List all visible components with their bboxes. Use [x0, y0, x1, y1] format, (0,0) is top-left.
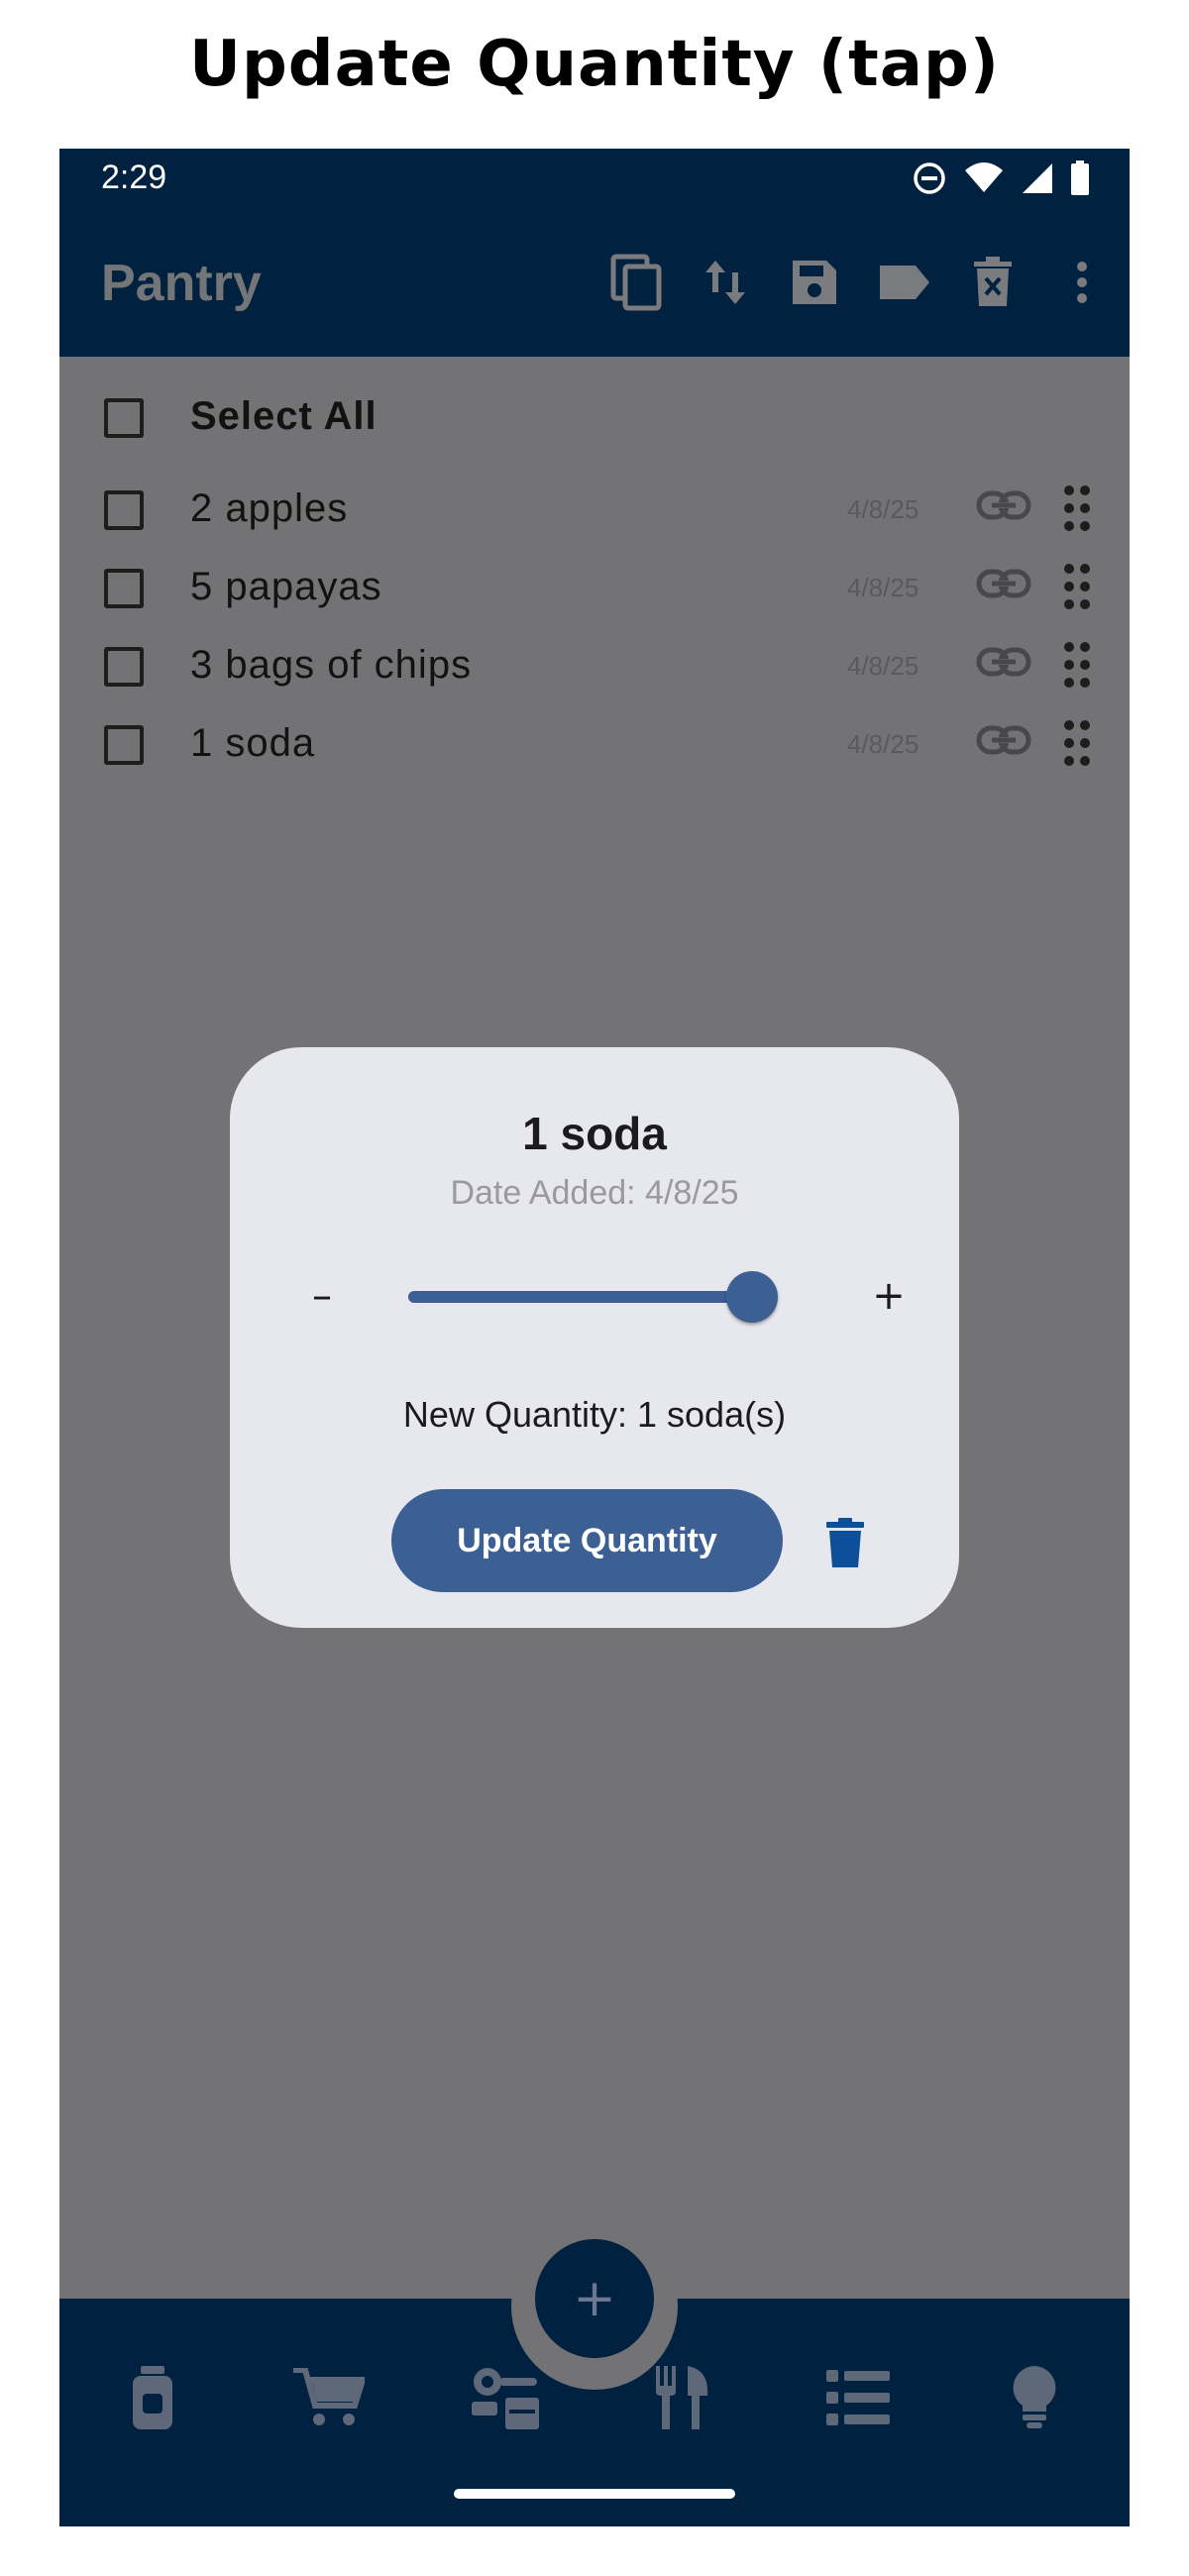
- delete-checked-button[interactable]: [963, 248, 1023, 317]
- do-not-disturb-icon: [914, 162, 945, 194]
- pantry-jar-icon: [133, 2366, 172, 2429]
- wifi-icon: [965, 162, 1003, 192]
- item-checkbox[interactable]: [104, 725, 144, 765]
- signal-icon: [1023, 163, 1052, 193]
- list-item[interactable]: 5 papayas 4/8/25: [59, 557, 1130, 626]
- meal-icon: [656, 2366, 708, 2429]
- decrement-button[interactable]: –: [297, 1271, 347, 1321]
- new-quantity-text: New Quantity: 1 soda(s): [402, 1394, 787, 1435]
- copy-icon: [610, 254, 662, 311]
- save-button[interactable]: [785, 248, 844, 317]
- link-icon[interactable]: [976, 725, 1031, 755]
- nav-pantry[interactable]: [113, 2358, 192, 2437]
- drag-handle-icon[interactable]: [1062, 641, 1092, 689]
- status-icons: [912, 159, 1090, 198]
- item-checkbox[interactable]: [104, 647, 144, 687]
- select-all-checkbox[interactable]: [104, 398, 144, 438]
- item-date: 4/8/25: [847, 729, 919, 759]
- item-date: 4/8/25: [847, 573, 919, 602]
- delete-checked-icon: [974, 257, 1012, 306]
- status-bar: 2:29: [59, 149, 1130, 208]
- update-quantity-dialog: 1 soda Date Added: 4/8/25 – + New Quanti…: [230, 1047, 959, 1628]
- home-indicator[interactable]: [454, 2489, 735, 2499]
- toolbar: [606, 248, 1112, 317]
- kitchen-tools-icon: [472, 2368, 539, 2429]
- label-icon: [880, 266, 929, 299]
- item-label[interactable]: 3 bags of chips: [190, 643, 472, 688]
- item-date: 4/8/25: [847, 651, 919, 681]
- item-label[interactable]: 1 soda: [190, 721, 315, 766]
- drag-handle-icon[interactable]: [1062, 719, 1092, 767]
- item-label[interactable]: 5 papayas: [190, 565, 382, 609]
- more-options-button[interactable]: [1052, 248, 1112, 317]
- increment-button[interactable]: +: [864, 1271, 914, 1321]
- link-icon[interactable]: [976, 569, 1031, 598]
- page-title: Pantry: [101, 255, 262, 312]
- list-item[interactable]: 1 soda 4/8/25: [59, 713, 1130, 783]
- lightbulb-icon: [1013, 2366, 1056, 2428]
- label-button[interactable]: [874, 248, 933, 317]
- list-item[interactable]: 2 apples 4/8/25: [59, 479, 1130, 548]
- delete-item-button[interactable]: [820, 1513, 870, 1572]
- nav-kitchen[interactable]: [466, 2358, 545, 2437]
- nav-ideas[interactable]: [995, 2358, 1074, 2437]
- quantity-slider[interactable]: [408, 1271, 778, 1323]
- battery-icon: [1071, 161, 1089, 195]
- phone-screen: 2:29 Pantry Select All 2 apples 4/8/25 5…: [59, 149, 1130, 2526]
- item-date: 4/8/25: [847, 494, 919, 524]
- update-quantity-button[interactable]: Update Quantity: [391, 1489, 783, 1592]
- dialog-date-added: Date Added: 4/8/25: [450, 1174, 739, 1212]
- nav-lists[interactable]: [818, 2358, 898, 2437]
- nav-shopping[interactable]: [289, 2358, 369, 2437]
- list-item[interactable]: 3 bags of chips 4/8/25: [59, 635, 1130, 704]
- item-label[interactable]: 2 apples: [190, 486, 348, 531]
- trash-icon: [826, 1518, 864, 1567]
- item-checkbox[interactable]: [104, 569, 144, 608]
- sort-button[interactable]: [696, 248, 755, 317]
- cart-icon: [293, 2368, 365, 2425]
- drag-handle-icon[interactable]: [1062, 484, 1092, 532]
- more-vert-icon: [1077, 262, 1087, 303]
- select-all-label: Select All: [190, 394, 378, 438]
- slider-thumb[interactable]: [726, 1271, 778, 1323]
- link-icon[interactable]: [976, 490, 1031, 520]
- select-all-row[interactable]: Select All: [59, 386, 1130, 456]
- nav-meals[interactable]: [642, 2358, 721, 2437]
- sort-icon: [705, 261, 745, 304]
- app-bar: Pantry: [59, 208, 1130, 357]
- copy-button[interactable]: [606, 248, 666, 317]
- add-item-fab[interactable]: +: [535, 2239, 654, 2358]
- status-time: 2:29: [101, 159, 167, 196]
- drag-handle-icon[interactable]: [1062, 563, 1092, 610]
- dialog-title: 1 soda: [522, 1108, 667, 1159]
- save-icon: [793, 261, 836, 304]
- item-checkbox[interactable]: [104, 490, 144, 530]
- screenshot-caption: Update Quantity (tap): [189, 28, 1000, 101]
- slider-fill: [408, 1291, 770, 1303]
- list-icon: [826, 2370, 890, 2425]
- link-icon[interactable]: [976, 647, 1031, 677]
